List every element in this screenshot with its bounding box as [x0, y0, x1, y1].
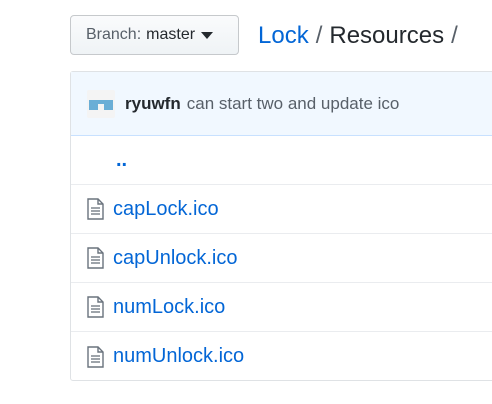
commit-message-link[interactable]: can start two and update ico	[187, 94, 400, 114]
branch-name: master	[146, 26, 196, 43]
caret-down-icon	[201, 31, 214, 39]
table-row: numUnlock.ico	[71, 332, 492, 381]
file-table: ryuwfn can start two and update ico .. c…	[70, 71, 492, 381]
file-icon	[87, 296, 104, 318]
branch-select-button[interactable]: Branch: master	[70, 15, 239, 55]
file-icon	[87, 345, 104, 368]
breadcrumb-separator: /	[315, 22, 323, 49]
breadcrumb: Lock / Resources /	[258, 20, 465, 52]
parent-directory-row: ..	[71, 136, 492, 185]
breadcrumb-trailing-separator: /	[451, 22, 458, 49]
file-link[interactable]: numLock.ico	[113, 296, 225, 319]
table-row: capLock.ico	[71, 185, 492, 234]
file-link[interactable]: capLock.ico	[113, 198, 219, 221]
page: Branch: master Lock / Resources / ryuwfn ca…	[0, 0, 492, 404]
branch-prefix: Branch:	[86, 26, 142, 43]
latest-commit-bar: ryuwfn can start two and update ico	[71, 72, 492, 136]
avatar[interactable]	[87, 89, 115, 118]
commit-author-link[interactable]: ryuwfn	[125, 94, 181, 114]
file-link[interactable]: numUnlock.ico	[113, 345, 244, 368]
parent-directory-link[interactable]: ..	[116, 149, 127, 172]
table-row: capUnlock.ico	[71, 234, 492, 283]
table-row: numLock.ico	[71, 283, 492, 332]
file-link[interactable]: capUnlock.ico	[113, 247, 238, 270]
file-icon	[87, 247, 104, 269]
file-icon	[87, 198, 104, 220]
breadcrumb-repo-link[interactable]: Lock	[258, 22, 309, 49]
breadcrumb-current-folder: Resources	[329, 22, 445, 49]
